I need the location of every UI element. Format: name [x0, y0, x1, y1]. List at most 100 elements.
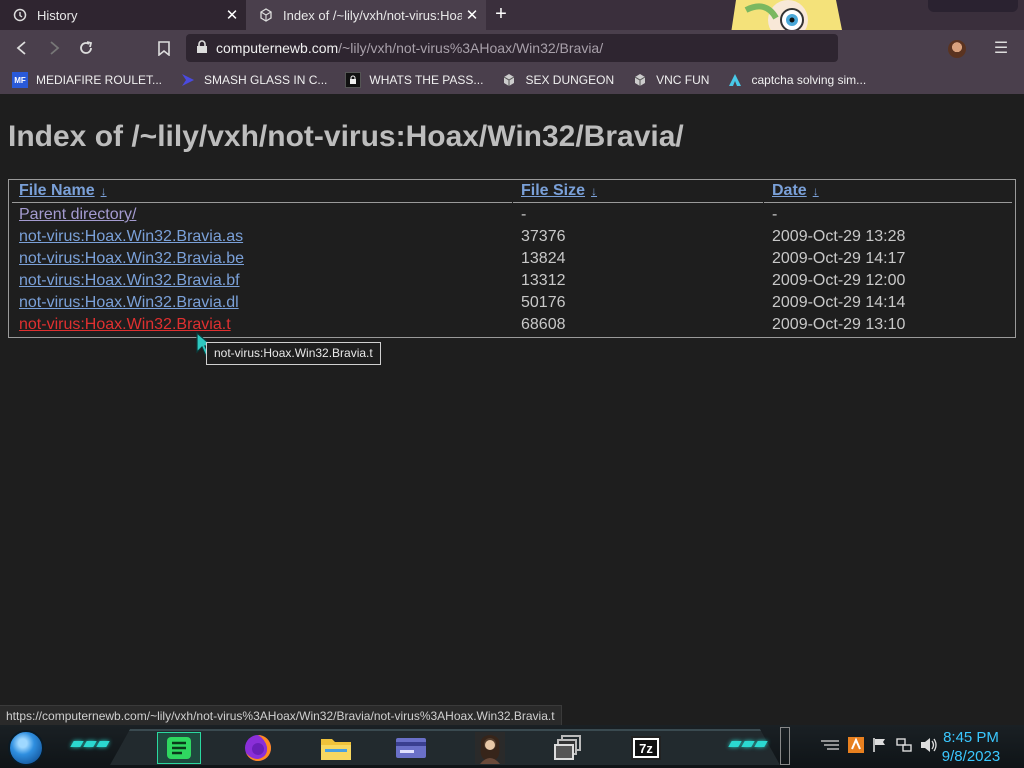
link-tooltip: not-virus:Hoax.Win32.Bravia.t: [206, 342, 381, 365]
sort-arrow-icon: ↓: [812, 184, 819, 198]
bookmark-vnc-fun[interactable]: VNC FUN: [632, 72, 709, 88]
bookmark-smash-glass[interactable]: SMASH GLASS IN C...: [180, 72, 327, 88]
bookmark-label: SEX DUNGEON: [525, 73, 615, 87]
show-desktop-button[interactable]: [780, 727, 790, 765]
column-header-file-name[interactable]: File Name ↓: [19, 182, 107, 200]
window-controls[interactable]: [928, 0, 1018, 12]
file-link[interactable]: not-virus:Hoax.Win32.Bravia.be: [19, 250, 244, 268]
network-lines-icon: [820, 738, 840, 757]
address-bar[interactable]: computernewb.com/~lily/vxh/not-virus%3AH…: [186, 34, 838, 62]
forward-button[interactable]: [43, 37, 65, 59]
page-title: Index of /~lily/vxh/not-virus:Hoax/Win32…: [8, 120, 684, 153]
app-tray-icon[interactable]: [848, 737, 864, 758]
decorative-leds: [70, 741, 110, 747]
arrow-right-icon: [50, 41, 60, 55]
file-size: 37376: [521, 228, 566, 245]
sort-arrow-icon: ↓: [591, 184, 598, 198]
lock-icon: [196, 39, 208, 57]
table-row: not-virus:Hoax.Win32.Bravia.dl 50176 200…: [9, 292, 1017, 314]
file-size: 50176: [521, 294, 566, 311]
reload-button[interactable]: [75, 37, 97, 59]
menu-button[interactable]: ☰: [992, 38, 1010, 58]
table-row: not-virus:Hoax.Win32.Bravia.as 37376 200…: [9, 226, 1017, 248]
bookmark-label: VNC FUN: [656, 73, 710, 87]
start-button[interactable]: [8, 730, 44, 766]
portrait-app-icon[interactable]: [468, 732, 512, 764]
7zip-label: 7z: [639, 741, 653, 756]
sort-arrow-icon: ↓: [100, 184, 107, 198]
file-link[interactable]: not-virus:Hoax.Win32.Bravia.dl: [19, 294, 239, 312]
triangle-logo-icon: [727, 72, 743, 88]
vm-favicon-icon: [632, 72, 648, 88]
bookmark-icon: [158, 40, 170, 56]
chevron-logo-icon: [180, 72, 196, 88]
history-icon: [12, 7, 28, 23]
close-icon[interactable]: ✕: [462, 5, 482, 25]
vm-favicon-icon: [501, 72, 517, 88]
file-size: 13312: [521, 272, 566, 289]
notes-app-icon[interactable]: [157, 732, 201, 764]
bookmark-whats-the-pass[interactable]: WHATS THE PASS...: [345, 72, 483, 88]
bookmark-label: WHATS THE PASS...: [369, 73, 484, 87]
table-row: not-virus:Hoax.Win32.Bravia.t 68608 2009…: [9, 314, 1017, 336]
file-date: -: [772, 206, 778, 223]
file-link[interactable]: not-virus:Hoax.Win32.Bravia.as: [19, 228, 243, 246]
file-date: 2009-Oct-29 13:10: [772, 316, 906, 333]
clock-time: 8:45 PM: [943, 729, 999, 746]
table-row: not-virus:Hoax.Win32.Bravia.be 13824 200…: [9, 248, 1017, 270]
file-date: 2009-Oct-29 14:14: [772, 294, 906, 311]
taskbar-app-frame: [110, 729, 780, 765]
directory-listing-table: File Name ↓ File Size ↓ Date ↓ Parent direc…: [8, 179, 1016, 338]
file-date: 2009-Oct-29 13:28: [772, 228, 906, 245]
file-date: 2009-Oct-29 14:17: [772, 250, 906, 267]
flag-icon[interactable]: [872, 737, 888, 758]
tab-label: Index of /~lily/vxh/not-virus:Hoax/: [283, 7, 462, 23]
hamburger-icon: ☰: [993, 40, 1009, 57]
bookmark-button[interactable]: [153, 37, 175, 59]
bookmark-mediafire-roulette[interactable]: MF MEDIAFIRE ROULET...: [12, 72, 162, 88]
table-row: Parent directory/ - -: [9, 204, 1017, 226]
file-size: 68608: [521, 316, 566, 333]
status-bar-url: https://computernewb.com/~lily/vxh/not-v…: [0, 705, 562, 725]
clock-date: 9/8/2023: [941, 748, 1001, 765]
navigation-toolbar: computernewb.com/~lily/vxh/not-virus%3AH…: [0, 30, 1024, 66]
back-button[interactable]: [11, 37, 33, 59]
bookmark-label: captcha solving sim...: [751, 73, 867, 87]
tab-strip: History ✕ Index of /~lily/vxh/not-virus:…: [0, 0, 1024, 59]
column-header-date[interactable]: Date ↓: [772, 182, 819, 200]
bookmark-captcha-solving[interactable]: captcha solving sim...: [727, 72, 866, 88]
file-date: 2009-Oct-29 12:00: [772, 272, 906, 289]
system-tray: [820, 737, 938, 758]
tab-label: History: [37, 7, 78, 23]
url-path: /~lily/vxh/not-virus%3AHoax/Win32/Bravia…: [338, 40, 604, 56]
tab-index-of[interactable]: Index of /~lily/vxh/not-virus:Hoax/ ✕: [246, 0, 486, 30]
network-icon[interactable]: [896, 737, 912, 758]
mediafire-icon: MF: [12, 72, 28, 88]
tab-history[interactable]: History ✕: [0, 0, 246, 30]
close-icon[interactable]: ✕: [222, 5, 242, 25]
file-size: 13824: [521, 250, 566, 267]
bookmark-label: MEDIAFIRE ROULET...: [36, 73, 163, 87]
bookmarks-bar: MF MEDIAFIRE ROULET... SMASH GLASS IN C.…: [0, 66, 1024, 94]
system-clock[interactable]: 8:45 PM 9/8/2023: [936, 728, 1006, 766]
file-link[interactable]: not-virus:Hoax.Win32.Bravia.bf: [19, 272, 240, 290]
window-switcher-icon[interactable]: [546, 732, 590, 764]
decorative-leds: [728, 741, 768, 747]
bookmark-sex-dungeon[interactable]: SEX DUNGEON: [501, 72, 614, 88]
new-tab-button[interactable]: +: [490, 4, 512, 26]
table-row: not-virus:Hoax.Win32.Bravia.bf 13312 200…: [9, 270, 1017, 292]
7zip-icon[interactable]: 7z: [624, 732, 668, 764]
lock-favicon-icon: [345, 72, 362, 88]
url-host: computernewb.com: [216, 40, 339, 56]
column-header-file-size[interactable]: File Size ↓: [521, 182, 597, 200]
file-explorer-icon[interactable]: [314, 732, 358, 764]
firefox-icon[interactable]: [236, 732, 280, 764]
page-content: Index of /~lily/vxh/not-virus:Hoax/Win32…: [0, 94, 1024, 706]
file-size: -: [521, 206, 527, 223]
page-icon: [258, 7, 274, 23]
parent-directory-link[interactable]: Parent directory/: [19, 206, 136, 224]
bookmark-label: SMASH GLASS IN C...: [204, 73, 328, 87]
profile-avatar[interactable]: [948, 40, 966, 58]
arrow-left-icon: [16, 41, 26, 55]
card-app-icon[interactable]: [389, 732, 433, 764]
